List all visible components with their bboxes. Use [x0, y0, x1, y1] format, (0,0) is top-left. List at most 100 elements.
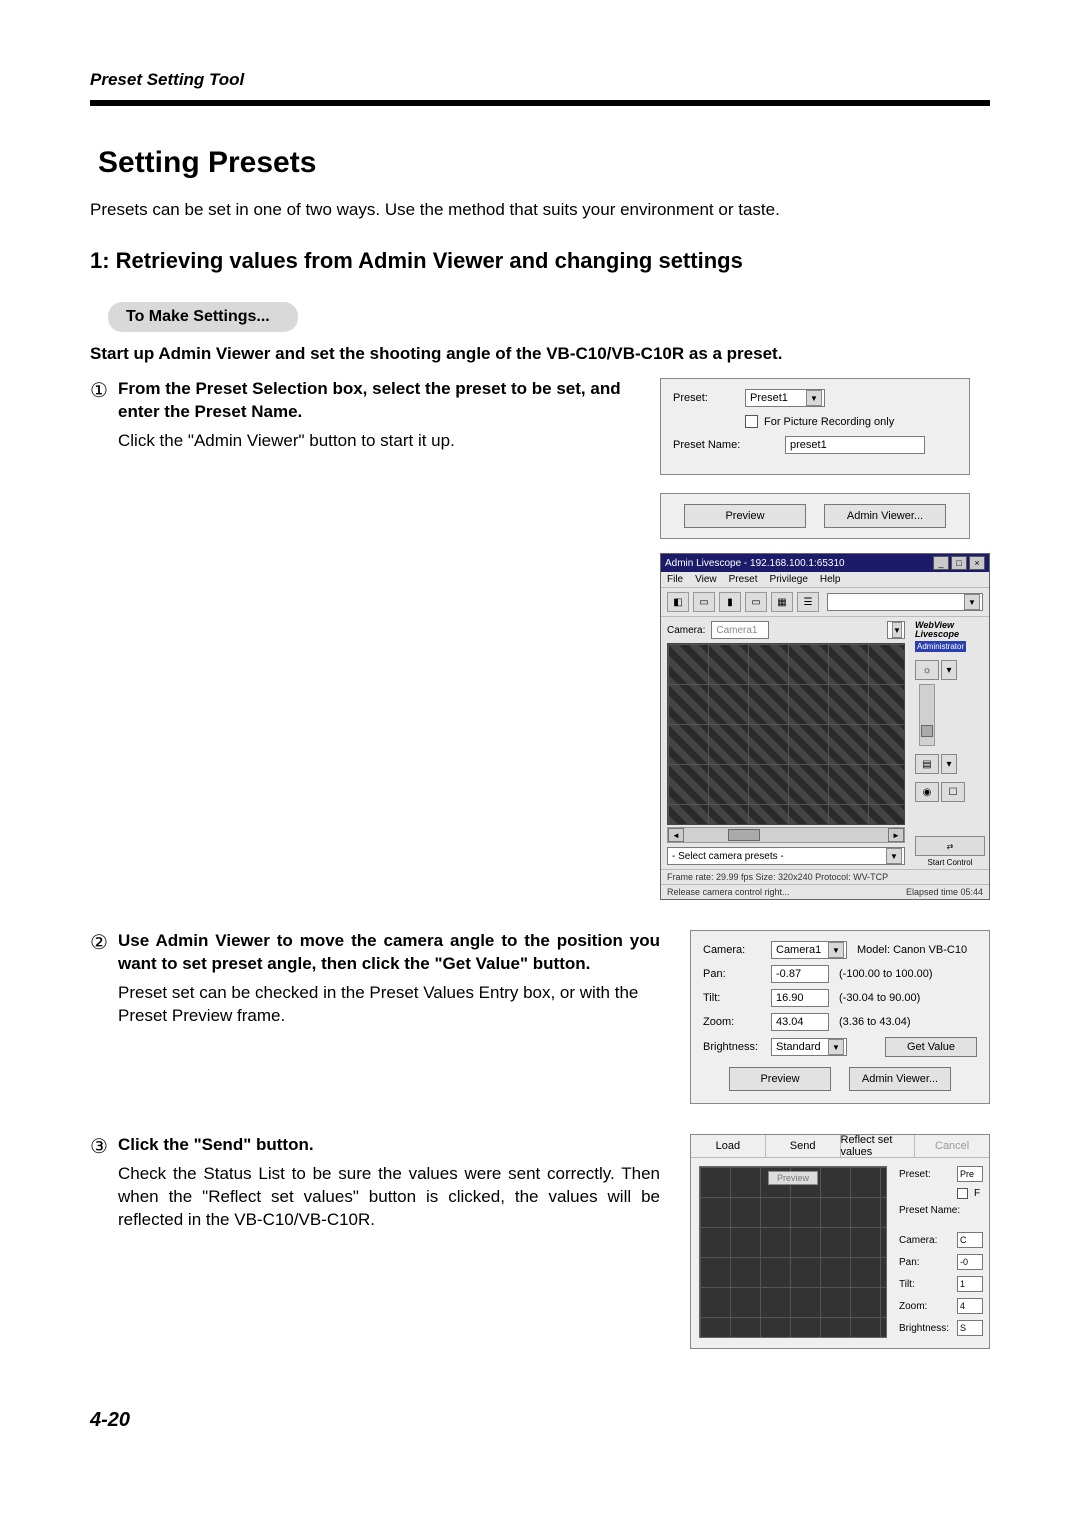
- toolbar-icon-3[interactable]: ▮: [719, 592, 741, 612]
- to-make-settings-pill: To Make Settings...: [108, 302, 298, 332]
- status-elapsed-time: Elapsed time 05:44: [906, 887, 983, 897]
- camera-dropdown[interactable]: Camera1: [711, 621, 769, 639]
- preset-select-dropdown[interactable]: - Select camera presets - ▼: [667, 847, 905, 865]
- step-2-bold: Use Admin Viewer to move the camera angl…: [118, 930, 660, 976]
- p2-pan-input[interactable]: -0.87: [771, 965, 829, 983]
- p2-pan-label: Pan:: [703, 968, 771, 980]
- p3-brightness-input[interactable]: S: [957, 1320, 983, 1336]
- p3-camera-label: Camera:: [899, 1235, 957, 1246]
- intro-text: Presets can be set in one of two ways. U…: [90, 200, 990, 220]
- scroll-left-icon[interactable]: ◄: [668, 828, 684, 842]
- p3-zoom-input[interactable]: 4: [957, 1298, 983, 1314]
- preset-dropdown[interactable]: Preset1 ▼: [745, 389, 825, 407]
- menu-preset[interactable]: Preset: [729, 574, 758, 585]
- administrator-tag: Administrator: [915, 641, 966, 652]
- p2-tilt-range: (-30.04 to 90.00): [839, 992, 920, 1004]
- p3-tilt-label: Tilt:: [899, 1279, 957, 1290]
- toolbar-icon-4[interactable]: ▭: [745, 592, 767, 612]
- toolbar-icon-1[interactable]: ◧: [667, 592, 689, 612]
- livescope-title: Admin Livescope - 192.168.100.1:65310: [665, 558, 845, 569]
- start-control-button[interactable]: Start Control: [915, 858, 985, 867]
- zoom-thumb[interactable]: [921, 725, 933, 737]
- status-release-text: Release camera control right...: [667, 887, 790, 897]
- p3-pan-input[interactable]: -0: [957, 1254, 983, 1270]
- preview-button[interactable]: Preview: [684, 504, 806, 528]
- send-panel-side-form: Preset:Pre F Preset Name: Camera:C Pan:-…: [895, 1158, 989, 1348]
- p2-tilt-input[interactable]: 16.90: [771, 989, 829, 1007]
- snapshot-icon[interactable]: ◉: [915, 782, 939, 802]
- p3-check-label: F: [974, 1188, 980, 1199]
- p3-camera-input[interactable]: C: [957, 1232, 983, 1248]
- header-rule: [90, 100, 990, 106]
- load-button[interactable]: Load: [691, 1135, 766, 1157]
- close-icon[interactable]: ×: [969, 556, 985, 570]
- toolbar-icon-6[interactable]: ☰: [797, 592, 819, 612]
- pan-scrollbar[interactable]: ◄ ►: [667, 827, 905, 843]
- live-video-view[interactable]: [667, 643, 905, 825]
- preset-dropdown-value: Preset1: [750, 392, 806, 404]
- p3-preset-input[interactable]: Pre: [957, 1166, 983, 1182]
- chevron-down-icon[interactable]: ▾: [941, 754, 957, 774]
- menu-view[interactable]: View: [695, 574, 717, 585]
- camera-label: Camera:: [667, 625, 705, 636]
- toolbar-icon-5[interactable]: ▦: [771, 592, 793, 612]
- settings-icon[interactable]: ☐: [941, 782, 965, 802]
- send-button[interactable]: Send: [766, 1135, 841, 1157]
- step-2-text: Preset set can be checked in the Preset …: [118, 982, 660, 1028]
- reflect-set-values-button[interactable]: Reflect set values: [841, 1135, 916, 1157]
- preset-values-entry-panel: Camera: Camera1 ▼ Model: Canon VB-C10 Pa…: [690, 930, 990, 1104]
- menu-privilege[interactable]: Privilege: [770, 574, 808, 585]
- toolbar-icon-2[interactable]: ▭: [693, 592, 715, 612]
- status-bar-2: Release camera control right... Elapsed …: [661, 884, 989, 899]
- minimize-icon[interactable]: _: [933, 556, 949, 570]
- admin-viewer-button[interactable]: Admin Viewer...: [824, 504, 946, 528]
- picture-recording-label: For Picture Recording only: [764, 416, 894, 428]
- page-number: 4-20: [90, 1409, 990, 1432]
- wide-icon[interactable]: ▤: [915, 754, 939, 774]
- chevron-down-icon[interactable]: ▼: [886, 848, 902, 864]
- chevron-down-icon[interactable]: ▼: [964, 594, 980, 610]
- p2-camera-dropdown[interactable]: Camera1 ▼: [771, 941, 847, 959]
- get-value-button[interactable]: Get Value: [885, 1037, 977, 1057]
- p2-zoom-range: (3.36 to 43.04): [839, 1016, 911, 1028]
- chevron-down-icon[interactable]: ▼: [828, 942, 844, 958]
- menu-help[interactable]: Help: [820, 574, 841, 585]
- toolbar-dropdown[interactable]: ▼: [827, 593, 983, 611]
- p3-preset-name-label: Preset Name:: [899, 1205, 960, 1216]
- preset-name-input[interactable]: preset1: [785, 436, 925, 454]
- p2-zoom-input[interactable]: 43.04: [771, 1013, 829, 1031]
- cancel-button[interactable]: Cancel: [915, 1135, 989, 1157]
- scroll-right-icon[interactable]: ►: [888, 828, 904, 842]
- main-title: Setting Presets: [98, 146, 990, 180]
- control-icon[interactable]: ⇄: [915, 836, 985, 856]
- p2-admin-viewer-button[interactable]: Admin Viewer...: [849, 1067, 951, 1091]
- step-1-bold: From the Preset Selection box, select th…: [118, 378, 630, 424]
- p2-pan-range: (-100.00 to 100.00): [839, 968, 933, 980]
- chevron-down-icon[interactable]: ▼: [806, 390, 822, 406]
- p2-brightness-label: Brightness:: [703, 1041, 771, 1053]
- step-3-bold: Click the "Send" button.: [118, 1134, 660, 1157]
- chevron-down-icon[interactable]: ▾: [941, 660, 957, 680]
- brightness-icon[interactable]: ☼: [915, 660, 939, 680]
- picture-recording-checkbox[interactable]: [745, 415, 758, 428]
- status-bar-1: Frame rate: 29.99 fps Size: 320x240 Prot…: [661, 869, 989, 884]
- camera-dropdown-arrow[interactable]: ▼: [887, 621, 905, 639]
- lead-bold-text: Start up Admin Viewer and set the shooti…: [90, 344, 990, 364]
- preset-label: Preset:: [673, 392, 745, 404]
- p2-preview-button[interactable]: Preview: [729, 1067, 831, 1091]
- zoom-slider[interactable]: [919, 684, 935, 746]
- step-2-number: ②: [90, 930, 118, 956]
- camera-dropdown-value: Camera1: [716, 625, 766, 636]
- p3-tilt-input[interactable]: 1: [957, 1276, 983, 1292]
- preview-tag: Preview: [768, 1171, 818, 1185]
- p2-brightness-dropdown[interactable]: Standard ▼: [771, 1038, 847, 1056]
- p2-zoom-label: Zoom:: [703, 1016, 771, 1028]
- p3-preset-label: Preset:: [899, 1169, 957, 1180]
- send-panel: Load Send Reflect set values Cancel Prev…: [690, 1134, 990, 1349]
- p3-checkbox[interactable]: [957, 1188, 968, 1199]
- menu-file[interactable]: File: [667, 574, 683, 585]
- scroll-thumb[interactable]: [728, 829, 760, 841]
- p3-zoom-label: Zoom:: [899, 1301, 957, 1312]
- maximize-icon[interactable]: □: [951, 556, 967, 570]
- chevron-down-icon[interactable]: ▼: [828, 1039, 844, 1055]
